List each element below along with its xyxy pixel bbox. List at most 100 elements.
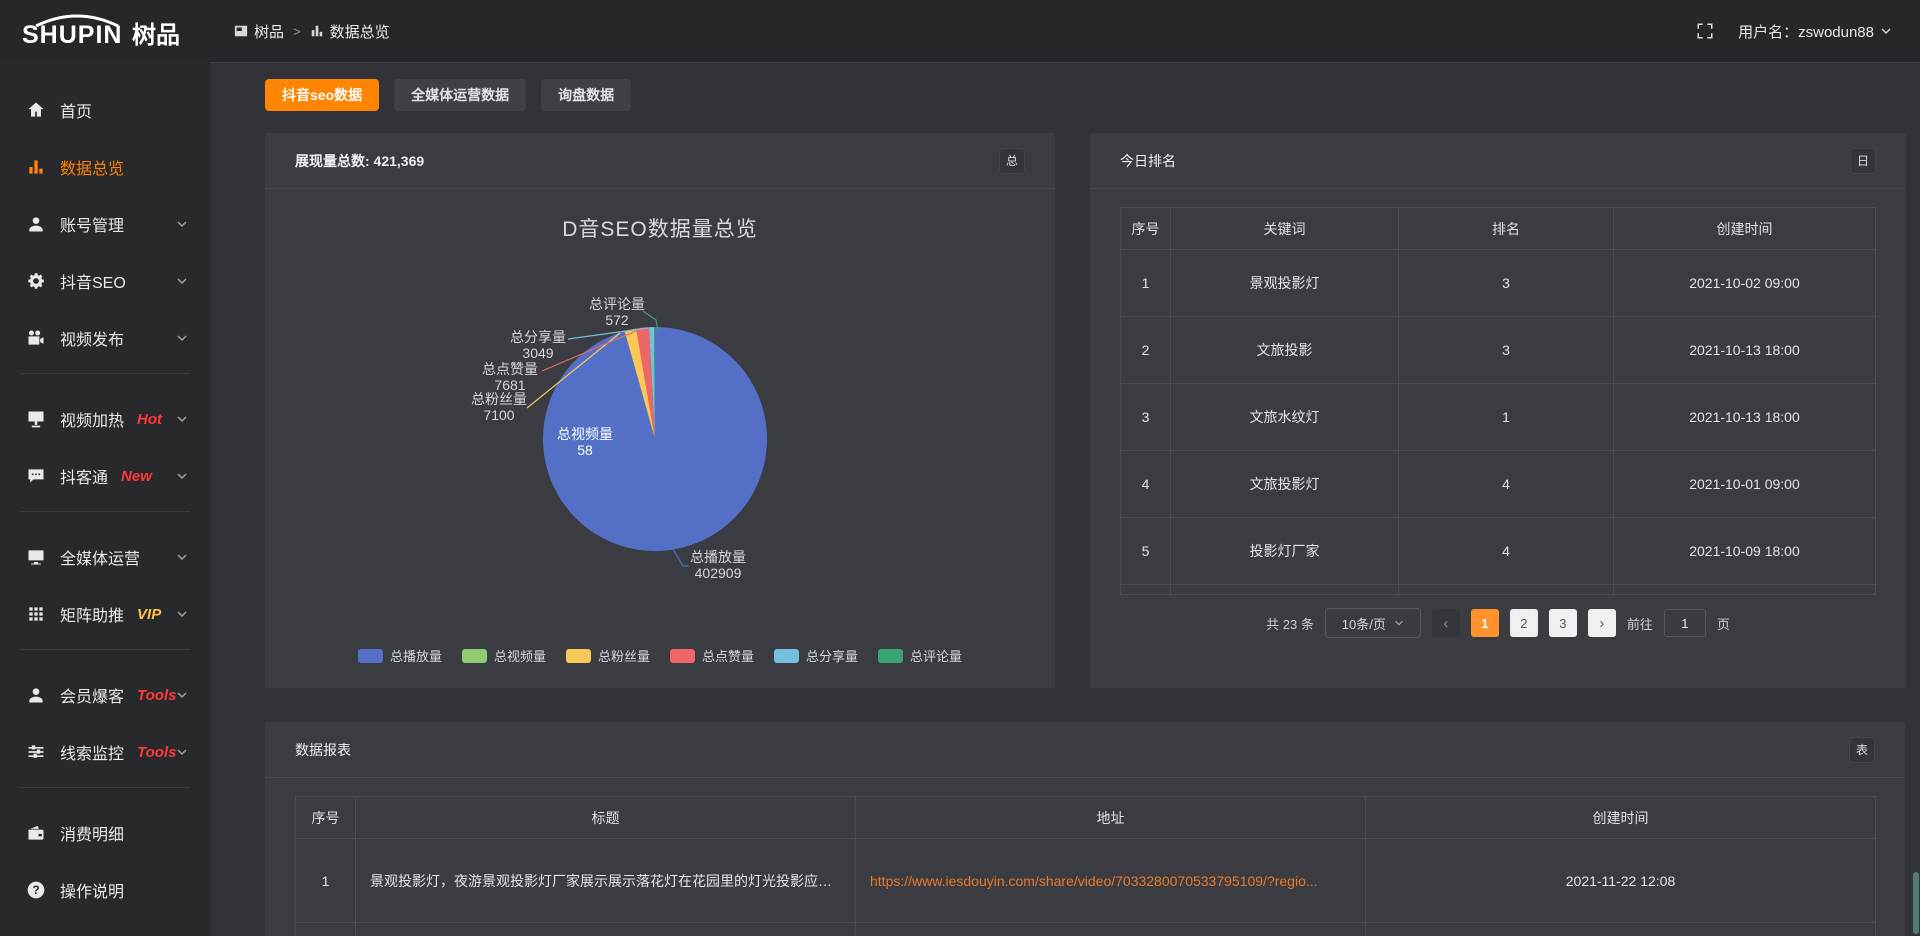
home-icon [26,100,46,120]
table-row: 4 文旅投影灯 4 2021-10-01 09:00 [1121,451,1876,518]
new-badge: New [121,468,152,485]
page-button-3[interactable]: 3 [1549,609,1577,637]
gear-icon [26,271,46,291]
sidebar-item-label: 首页 [60,98,92,122]
sidebar-item-member[interactable]: 会员爆客 Tools [0,673,210,717]
table-row: 3 文旅水纹灯 1 2021-10-13 18:00 [1121,384,1876,451]
logo-text-cn: 树品 [132,22,180,49]
legend-label: 总评论量 [910,646,962,665]
screen-icon [26,409,46,429]
chevron-down-icon [176,275,188,287]
scrollbar-thumb[interactable] [1913,872,1919,934]
legend-swatch [774,649,799,663]
breadcrumb-item-home[interactable]: 树品 [234,21,284,42]
sidebar-item-help[interactable]: ? 操作说明 [0,868,210,912]
sidebar-item-douyin-seo[interactable]: 抖音SEO [0,259,210,303]
legend-item-总视频量[interactable]: 总视频量 [462,646,546,665]
column-header: 地址 [856,797,1366,839]
page-size-value: 10条/页 [1342,614,1386,633]
cell-rank: 3 [1399,317,1614,384]
tab-inquiry-data[interactable]: 询盘数据 [541,79,631,111]
video-url-link[interactable]: https://www.iesdouyin.com/share/video/70… [870,873,1318,889]
cell-rank: 3 [1399,250,1614,317]
sidebar-item-account[interactable]: 账号管理 [0,202,210,246]
sliders-icon [26,742,46,762]
user-menu[interactable]: 用户名：zswodun88 [1738,21,1892,42]
logo[interactable]: SHUPIN 树品 [0,12,210,50]
monitor-icon [26,547,46,567]
tab-douyin-seo-data[interactable]: 抖音seo数据 [265,79,379,111]
goto-suffix: 页 [1717,614,1730,633]
app-root: SHUPIN 树品 树品 > 数据总览 [0,0,1920,936]
vip-badge: VIP [137,606,161,623]
tools-badge: Tools [137,744,176,761]
sidebar-item-consumption[interactable]: 消费明细 [0,811,210,855]
column-header: 创建时间 [1366,797,1876,839]
sidebar-item-home[interactable]: 首页 [0,88,210,132]
cell-time: 2021-10-13 18:00 [1614,317,1876,384]
legend-item-总播放量[interactable]: 总播放量 [358,646,442,665]
next-page-button[interactable]: › [1588,609,1616,637]
pagination: 共 23 条 10条/页 ‹ 1 2 3 › 前往 页 [1090,608,1906,638]
sidebar-item-doukertong[interactable]: 抖客通 New [0,454,210,498]
sidebar-item-media-ops[interactable]: 全媒体运营 [0,535,210,579]
sidebar-item-video-publish[interactable]: 视频发布 [0,316,210,360]
tab-media-ops-data[interactable]: 全媒体运营数据 [394,79,526,111]
table-header-row: 序号 关键词 排名 创建时间 [1121,208,1876,250]
table-row: 5 投影灯厂家 4 2021-10-09 18:00 [1121,518,1876,585]
sidebar-item-clue-monitor[interactable]: 线索监控 Tools [0,730,210,774]
cell-keyword: 文旅水纹灯 [1171,384,1399,451]
breadcrumb-label: 数据总览 [330,21,390,42]
table-row: 1 景观投影灯，夜游景观投影灯厂家展示展示落花灯在花园里的灯光投影应用效果 # … [296,839,1876,923]
cell-seq: 3 [1121,384,1171,451]
column-header: 排名 [1399,208,1614,250]
overview-panel: 展现量总数: 421,369 总 D音SEO数据量总览 总播放量402909总视… [265,133,1055,688]
bar-chart-icon [26,157,46,177]
legend-item-总点赞量[interactable]: 总点赞量 [670,646,754,665]
legend-swatch [670,649,695,663]
fullscreen-icon[interactable] [1696,22,1714,40]
ranking-panel-title: 今日排名 [1120,151,1176,171]
pie-label: 402909 [695,565,742,581]
prev-page-button[interactable]: ‹ [1432,609,1460,637]
overview-corner-button[interactable]: 总 [999,148,1025,174]
goto-page-input[interactable] [1664,609,1706,637]
legend-item-总粉丝量[interactable]: 总粉丝量 [566,646,650,665]
pie-chart-svg[interactable]: 总播放量402909总视频量58总粉丝量7100总点赞量7681总分享量3049… [265,189,1055,629]
page-button-2[interactable]: 2 [1510,609,1538,637]
main-content: 抖音seo数据 全媒体运营数据 询盘数据 展现量总数: 421,369 总 D音… [210,62,1920,936]
legend-swatch [462,649,487,663]
svg-text:?: ? [32,884,39,897]
legend-item-总评论量[interactable]: 总评论量 [878,646,962,665]
pie-label: 总粉丝量 [471,391,527,407]
report-corner-button[interactable]: 表 [1849,737,1875,763]
chevron-down-icon [176,470,188,482]
user-icon [26,214,46,234]
page-button-1[interactable]: 1 [1471,609,1499,637]
page-size-select[interactable]: 10条/页 [1325,608,1421,638]
cell-time: 2021-10-13 18:00 [1614,384,1876,451]
cell-keyword: 景观投影灯 [1171,250,1399,317]
legend-label: 总播放量 [390,646,442,665]
sidebar-item-video-heat[interactable]: 视频加热 Hot [0,397,210,441]
cell-seq: 2 [1121,317,1171,384]
pie-chart-area: D音SEO数据量总览 总播放量402909总视频量58总粉丝量7100总点赞量7… [265,189,1055,687]
ranking-table: 序号 关键词 排名 创建时间 1 景观投影灯 3 2021-10-02 09:0… [1120,207,1876,595]
table-row-clipped [1121,585,1876,595]
sidebar-item-label: 视频发布 [60,326,124,350]
legend-label: 总点赞量 [702,646,754,665]
table-row: 1 景观投影灯 3 2021-10-02 09:00 [1121,250,1876,317]
sidebar-item-matrix-boost[interactable]: 矩阵助推 VIP [0,592,210,636]
legend-swatch [566,649,591,663]
user-zone: 用户名：zswodun88 [1696,21,1920,42]
breadcrumb-item-overview[interactable]: 数据总览 [310,21,390,42]
pagination-total: 共 23 条 [1266,614,1314,633]
pie-label: 58 [577,442,593,458]
ranking-corner-button[interactable]: 日 [1850,148,1876,174]
sidebar-divider [20,511,190,512]
sidebar-divider [20,787,190,788]
question-icon: ? [26,880,46,900]
legend-item-总分享量[interactable]: 总分享量 [774,646,858,665]
page-scrollbar[interactable] [1912,62,1920,936]
sidebar-item-data-overview[interactable]: 数据总览 [0,145,210,189]
